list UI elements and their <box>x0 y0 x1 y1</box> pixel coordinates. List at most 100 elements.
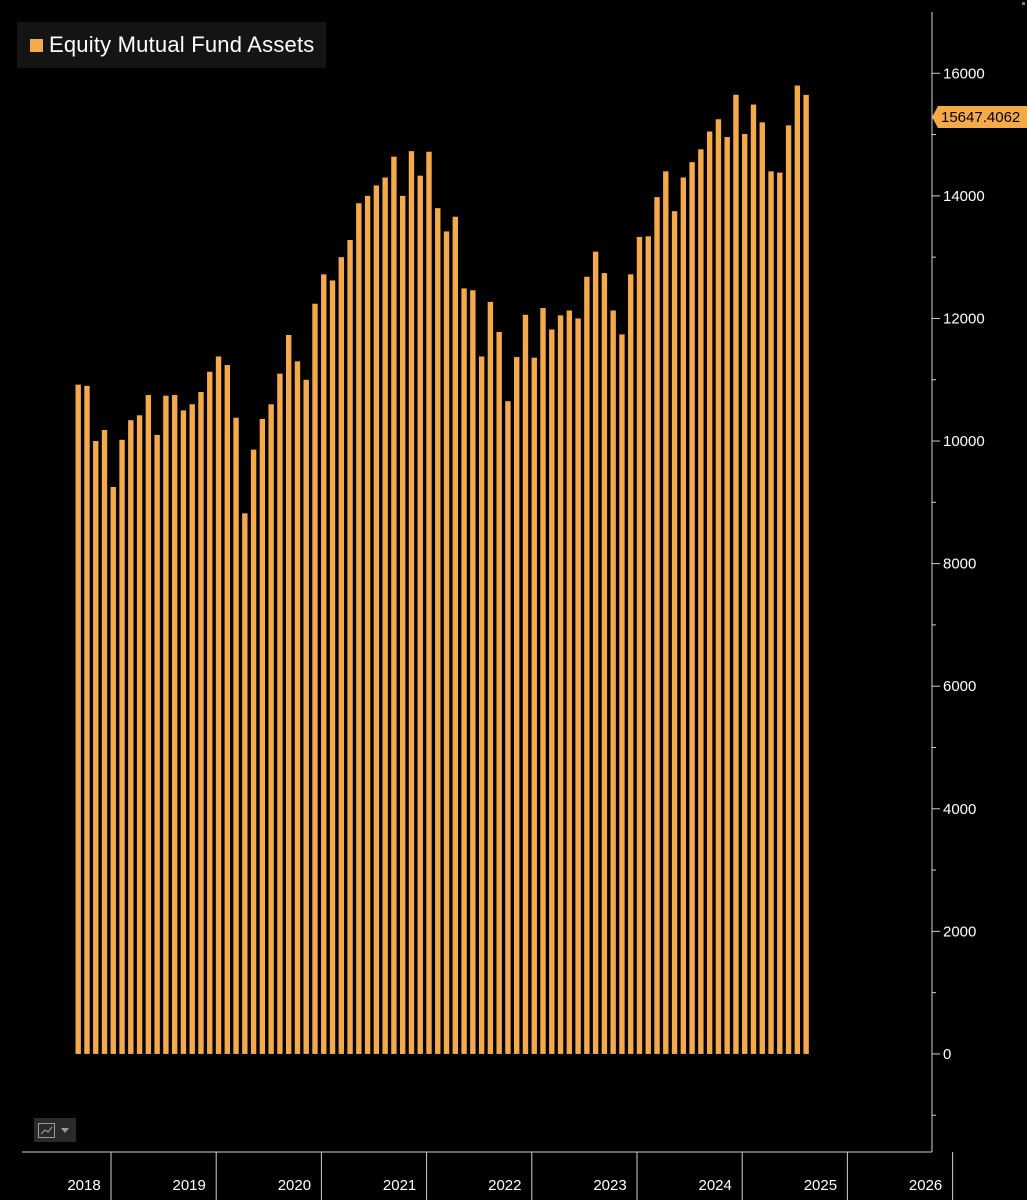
y-tick-label: 4000 <box>943 801 976 818</box>
bar <box>636 236 643 1054</box>
bar <box>443 231 450 1054</box>
bar <box>733 94 739 1054</box>
bar <box>698 149 704 1054</box>
y-tick-label: 10000 <box>943 433 985 450</box>
bar <box>417 175 423 1054</box>
bar <box>110 487 116 1054</box>
bar <box>610 310 616 1054</box>
bar <box>435 208 441 1054</box>
bar <box>715 119 722 1054</box>
bar <box>557 315 564 1054</box>
bar <box>531 357 537 1054</box>
bar <box>285 335 292 1054</box>
bar <box>242 513 248 1054</box>
corner-marker <box>1022 2 1025 5</box>
y-tick-label: 12000 <box>943 310 985 327</box>
bar <box>294 361 301 1054</box>
bar <box>663 171 669 1054</box>
x-tick-label: 2018 <box>67 1177 100 1194</box>
bar <box>408 151 415 1054</box>
bar <box>505 401 511 1054</box>
y-ticks-group: 0 2000 4000 6000 8000 10000 12000 14000 16000 <box>932 65 985 1116</box>
bar <box>619 334 625 1054</box>
bar <box>759 122 765 1054</box>
bar <box>312 303 318 1054</box>
bar <box>233 417 239 1054</box>
bar <box>496 331 502 1054</box>
x-tick-label: 2019 <box>173 1177 206 1194</box>
bar <box>277 373 283 1054</box>
bar <box>487 301 494 1054</box>
chevron-down-icon <box>61 1127 69 1133</box>
bar <box>93 441 99 1054</box>
bar <box>119 439 125 1054</box>
bar <box>584 276 590 1054</box>
bar <box>84 385 90 1054</box>
bar <box>461 288 467 1054</box>
bar <box>768 171 774 1054</box>
x-tick-label: 2021 <box>383 1177 416 1194</box>
bar <box>382 177 388 1054</box>
bars-group <box>75 85 809 1054</box>
bar <box>671 211 678 1054</box>
bar <box>514 357 520 1054</box>
bar <box>452 216 459 1054</box>
bar <box>399 195 406 1054</box>
bar <box>250 449 257 1054</box>
bar <box>259 418 266 1054</box>
bar <box>601 273 608 1054</box>
bar <box>777 172 783 1054</box>
bar <box>592 251 599 1054</box>
bar <box>566 310 573 1054</box>
bar <box>128 420 134 1054</box>
y-tick-label: 14000 <box>943 188 985 205</box>
bar <box>321 274 327 1054</box>
bar <box>329 280 336 1054</box>
bar <box>803 94 809 1054</box>
bar <box>689 162 695 1054</box>
bar <box>364 195 371 1054</box>
chart-type-button[interactable] <box>34 1118 76 1142</box>
bar <box>145 395 152 1054</box>
bar <box>224 365 230 1054</box>
legend-swatch <box>30 38 43 52</box>
bar <box>347 240 353 1054</box>
last-value-tag: 15647.4062 <box>932 106 1027 128</box>
x-tick-label: 2025 <box>804 1177 837 1194</box>
x-tick-label: 2022 <box>488 1177 521 1194</box>
bar <box>706 131 713 1054</box>
bar <box>303 379 309 1054</box>
bar <box>268 404 274 1054</box>
bar <box>750 104 757 1054</box>
bar <box>163 395 169 1054</box>
y-tick-label: 16000 <box>943 65 985 82</box>
bar <box>75 384 81 1054</box>
chart: 0 2000 4000 6000 8000 10000 12000 14000 16000 20… <box>22 12 985 1200</box>
bar <box>373 185 380 1054</box>
x-tick-label: 2026 <box>909 1177 942 1194</box>
x-tick-label: 2023 <box>593 1177 626 1194</box>
bar <box>522 314 529 1054</box>
legend: Equity Mutual Fund Assets <box>17 22 326 68</box>
bar <box>470 290 476 1054</box>
line-chart-icon <box>38 1122 55 1138</box>
bar <box>180 410 187 1054</box>
bar <box>654 197 660 1054</box>
bar <box>136 415 143 1054</box>
bar <box>742 133 748 1054</box>
bar <box>101 430 108 1054</box>
bar <box>391 156 397 1054</box>
bar <box>207 371 213 1054</box>
last-value-label: 15647.4062 <box>941 108 1021 126</box>
y-tick-label: 6000 <box>943 678 976 695</box>
bar <box>680 177 687 1054</box>
y-tick-label: 8000 <box>943 556 976 573</box>
bar <box>785 125 792 1054</box>
bar <box>189 404 195 1054</box>
bar <box>426 151 432 1054</box>
x-tick-label: 2024 <box>699 1177 732 1194</box>
bar <box>198 392 204 1054</box>
bar <box>724 137 730 1054</box>
bar <box>540 308 546 1054</box>
legend-label: Equity Mutual Fund Assets <box>49 32 315 57</box>
